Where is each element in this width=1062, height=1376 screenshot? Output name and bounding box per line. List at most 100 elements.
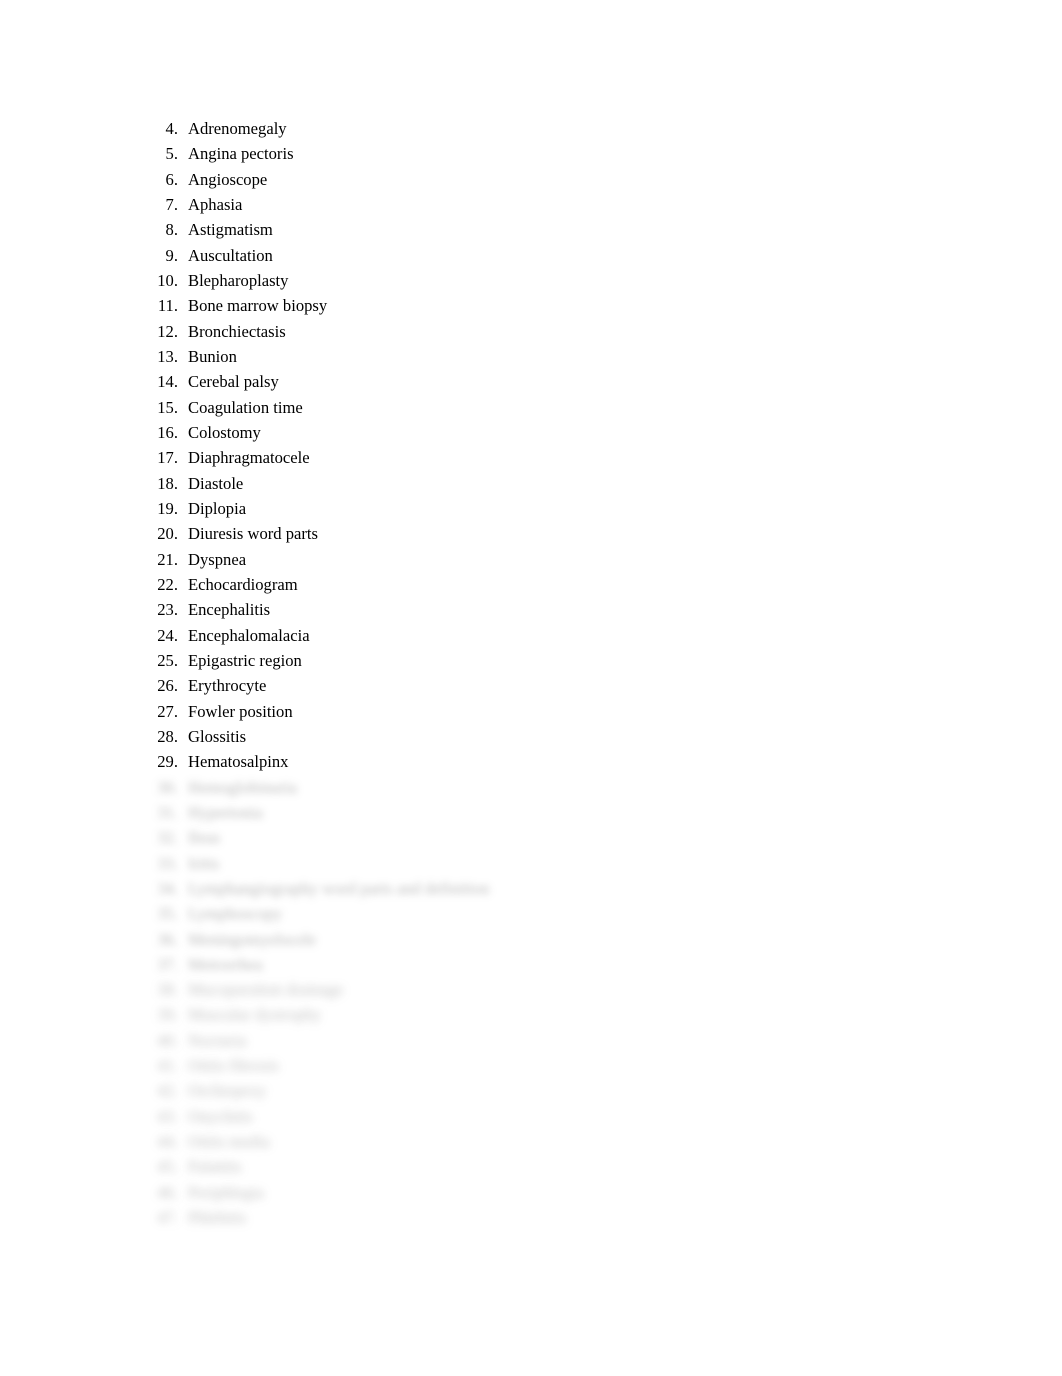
list-item-label: Lymphangiography word parts and definiti… [188, 878, 490, 898]
list-item: 25. Epigastric region [0, 648, 1062, 673]
list-item-label: Hemoglobinuria [188, 777, 297, 797]
document-page: 4. Adrenomegaly 5. Angina pectoris 6. Angiosc… [0, 0, 1062, 1376]
list-item-number: 8. [165, 220, 178, 240]
list-item-number: 44. [157, 1132, 178, 1152]
list-item-number: 45. [157, 1157, 178, 1177]
list-item-label: Epigastric region [188, 650, 302, 670]
list-item-label: Nocturia [188, 1030, 247, 1050]
list-item: 7. Aphasia [0, 192, 1062, 217]
list-item-label: Metrorrhea [188, 954, 263, 974]
list-item-label: Erythrocyte [188, 676, 267, 696]
list-item-label: Encephalomalacia [188, 625, 310, 645]
list-item-number: 21. [157, 549, 178, 569]
list-item: 47. Phlebitis [0, 1205, 1062, 1230]
list-item-number: 36. [157, 929, 178, 949]
medical-term-list: 4. Adrenomegaly 5. Angina pectoris 6. Angiosc… [0, 116, 1062, 1230]
list-item: 32. Ileus [0, 825, 1062, 850]
list-item: 8. Astigmatism [0, 217, 1062, 242]
list-item-number: 28. [157, 726, 178, 746]
list-item-number: 23. [157, 600, 178, 620]
list-item: 10. Blepharoplasty [0, 268, 1062, 293]
list-item-label: Lymphoscopy [188, 904, 283, 924]
list-item-label: Periphlegia [188, 1182, 264, 1202]
list-item-number: 29. [157, 752, 178, 772]
list-item: 12. Bronchiectasis [0, 319, 1062, 344]
list-item-label: Iritis [188, 853, 220, 873]
list-item: 5. Angina pectoris [0, 141, 1062, 166]
list-item-number: 22. [157, 574, 178, 594]
list-item-number: 39. [157, 1005, 178, 1025]
list-item: 18. Diastole [0, 471, 1062, 496]
list-item: 15. Coagulation time [0, 395, 1062, 420]
list-item: 27. Fowler position [0, 699, 1062, 724]
list-item: 43. Onychitis [0, 1104, 1062, 1129]
list-item-label: Otitis media [188, 1132, 270, 1152]
list-item-label: Hematosalpinx [188, 752, 289, 772]
list-item-label: Diplopia [188, 498, 247, 518]
list-item-number: 15. [157, 397, 178, 417]
list-item-label: Coagulation time [188, 397, 303, 417]
list-item-number: 10. [157, 270, 178, 290]
list-item-label: Diaphragmatocele [188, 448, 310, 468]
list-item-number: 40. [157, 1030, 178, 1050]
list-item: 39. Muscular dystrophy [0, 1002, 1062, 1027]
list-item-label: Bunion [188, 346, 237, 366]
list-item: 21. Dyspnea [0, 547, 1062, 572]
document-body: 4. Adrenomegaly 5. Angina pectoris 6. Angiosc… [0, 0, 1062, 1230]
list-item: 36. Meningomyelocele [0, 927, 1062, 952]
list-item-label: Colostomy [188, 422, 261, 442]
list-item-label: Fowler position [188, 701, 293, 721]
list-item: 46. Periphlegia [0, 1180, 1062, 1205]
list-item-label: Phlebitis [188, 1208, 247, 1228]
list-item: 23. Encephalitis [0, 597, 1062, 622]
list-item-label: Palatitis [188, 1157, 242, 1177]
list-item-label: Otitis fibrosis [188, 1056, 279, 1076]
list-item-number: 25. [157, 650, 178, 670]
list-item: 42. Orchiopexy [0, 1078, 1062, 1103]
list-item: 37. Metrorrhea [0, 952, 1062, 977]
list-item-number: 26. [157, 676, 178, 696]
list-item: 17. Diaphragmatocele [0, 445, 1062, 470]
list-item-label: Meningomyelocele [188, 929, 317, 949]
list-item: 4. Adrenomegaly [0, 116, 1062, 141]
list-item: 31. Hypertonia [0, 800, 1062, 825]
list-item-label: Bronchiectasis [188, 321, 286, 341]
list-item-label: Diastole [188, 473, 244, 493]
list-item-number: 34. [157, 878, 178, 898]
list-item-label: Cerebal palsy [188, 372, 279, 392]
list-item-label: Encephalitis [188, 600, 271, 620]
list-item-label: Aphasia [188, 194, 243, 214]
list-item: 33. Iritis [0, 851, 1062, 876]
list-item: 19. Diplopia [0, 496, 1062, 521]
list-item-label: Angina pectoris [188, 144, 294, 164]
list-item-label: Onychitis [188, 1106, 253, 1126]
list-item-number: 24. [157, 625, 178, 645]
list-item-number: 33. [157, 853, 178, 873]
list-item: 38. Mucopurulent drainage [0, 977, 1062, 1002]
list-item: 24. Encephalomalacia [0, 623, 1062, 648]
list-item-label: Muscular dystrophy [188, 1005, 322, 1025]
list-item: 6. Angioscope [0, 167, 1062, 192]
list-item-label: Ileus [188, 828, 221, 848]
list-item-number: 18. [157, 473, 178, 493]
list-item-number: 41. [157, 1056, 178, 1076]
list-item-number: 43. [157, 1106, 178, 1126]
list-item-number: 6. [165, 169, 178, 189]
list-item-number: 9. [165, 245, 178, 265]
list-item-number: 19. [157, 498, 178, 518]
list-item-label: Hypertonia [188, 802, 263, 822]
list-item-number: 30. [157, 777, 178, 797]
list-item-number: 12. [157, 321, 178, 341]
list-item: 14. Cerebal palsy [0, 369, 1062, 394]
list-item-number: 13. [157, 346, 178, 366]
list-item-number: 14. [157, 372, 178, 392]
list-item-label: Blepharoplasty [188, 270, 289, 290]
list-item-number: 37. [157, 954, 178, 974]
list-item: 28. Glossitis [0, 724, 1062, 749]
list-item-number: 32. [157, 828, 178, 848]
list-item-number: 47. [157, 1208, 178, 1228]
list-item: 41. Otitis fibrosis [0, 1053, 1062, 1078]
list-item: 26. Erythrocyte [0, 673, 1062, 698]
list-item: 40. Nocturia [0, 1028, 1062, 1053]
list-item: 44. Otitis media [0, 1129, 1062, 1154]
